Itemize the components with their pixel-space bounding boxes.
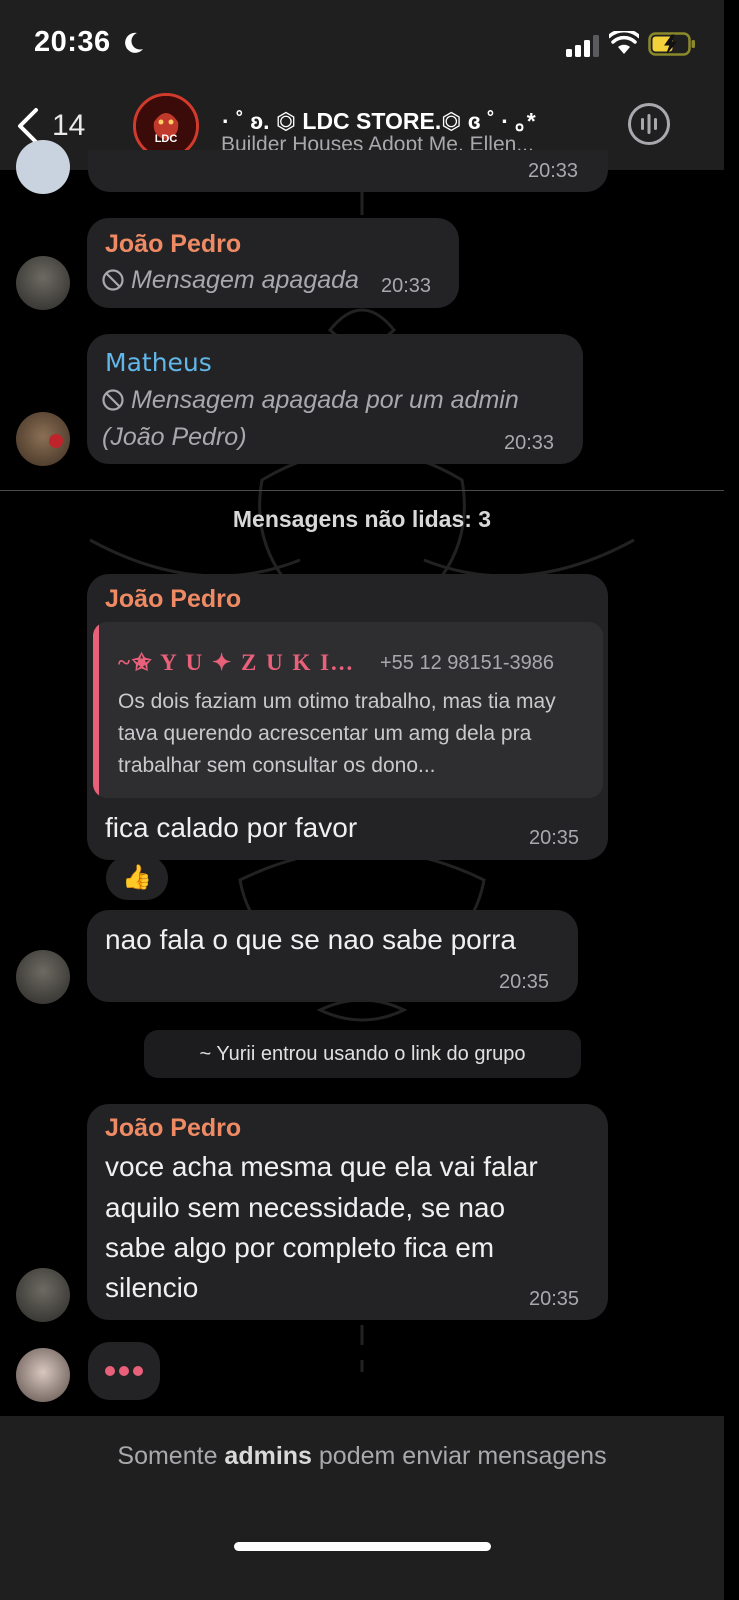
deleted-icon (102, 389, 124, 411)
quote-accent-bar (93, 622, 99, 798)
sender-name: João Pedro (105, 1114, 242, 1142)
unread-divider (0, 490, 724, 491)
home-indicator[interactable] (234, 1542, 491, 1551)
typing-dot (105, 1366, 115, 1376)
voice-chat-button[interactable] (628, 103, 670, 145)
message-text-line3: sabe algo por completo fica em (105, 1232, 495, 1263)
message-text-line1: voce acha mesma que ela vai falar (105, 1151, 538, 1182)
avatar-typing-user[interactable] (16, 1348, 70, 1402)
quote-text: Os dois faziam um otimo trabalho, mas ti… (118, 690, 556, 777)
message-text: nao fala o que se nao sabe porra (105, 924, 516, 955)
battery-charging-icon (648, 32, 695, 56)
avatar-joao-pedro[interactable] (16, 256, 70, 310)
unread-count: 14 (52, 109, 86, 142)
deleted-message-text-line2: (João Pedro) (102, 423, 247, 451)
group-avatar-image (136, 96, 196, 156)
message-time: 20:33 (528, 160, 579, 182)
deleted-message-text: Mensagem apagada por um admin (131, 386, 519, 414)
status-time: 20:36 (34, 26, 111, 58)
avatar-joao-pedro[interactable] (16, 1268, 70, 1322)
avatar-matheus[interactable] (16, 412, 70, 466)
reaction-thumbs-up[interactable]: 👍 (106, 856, 168, 900)
message-bubble[interactable]: João Pedro Mensagem apagada 20:33 (87, 218, 459, 308)
status-bar: 20:36 (0, 0, 724, 90)
unread-messages-label: Mensagens não lidas: 3 (232, 506, 492, 532)
message-text-line4: silencio (105, 1272, 199, 1303)
typing-dot (119, 1366, 129, 1376)
deleted-icon (102, 269, 124, 291)
input-footer: Somente admins podem enviar mensagens (0, 1416, 724, 1600)
message-time: 20:35 (499, 971, 550, 993)
sender-name: Matheus (105, 348, 212, 377)
message-bubble[interactable]: Matheus Mensagem apagada por um admin (J… (87, 334, 583, 464)
quote-sender-phone: +55 12 98151-3986 (380, 652, 555, 674)
message-bubble-partial[interactable]: 20:33 (88, 150, 608, 192)
group-avatar-label: LDC (154, 133, 178, 145)
message-time: 20:33 (381, 275, 432, 297)
message-text: fica calado por favor (105, 812, 358, 843)
cellular-signal-icon (566, 35, 599, 57)
avatar-partial[interactable] (16, 140, 70, 194)
message-text-line2: aquilo sem necessidade, se nao (105, 1192, 506, 1223)
message-time: 20:33 (504, 432, 555, 454)
wifi-icon (609, 31, 639, 54)
sender-name: João Pedro (105, 230, 242, 258)
voice-waveform-icon (641, 114, 657, 134)
deleted-message-text: Mensagem apagada (131, 266, 359, 294)
admins-only-notice: Somente admins podem enviar mensagens (117, 1442, 607, 1470)
moon-icon (125, 32, 143, 53)
sender-name: João Pedro (105, 585, 242, 613)
quote-sender-name: ~✬ Y U ✦ Z U K I... (118, 650, 355, 675)
typing-dot (133, 1366, 143, 1376)
quoted-message[interactable]: ~✬ Y U ✦ Z U K I... +55 12 98151-3986 Os… (93, 622, 603, 798)
typing-indicator (88, 1342, 160, 1400)
system-message: ~ Yurii entrou usando o link do grupo (144, 1030, 581, 1078)
message-bubble[interactable]: nao fala o que se nao sabe porra 20:35 (87, 910, 578, 1002)
avatar-joao-pedro[interactable] (16, 950, 70, 1004)
message-time: 20:35 (529, 827, 580, 849)
message-bubble[interactable]: João Pedro voce acha mesma que ela vai f… (87, 1104, 608, 1320)
message-time: 20:35 (529, 1288, 580, 1310)
group-title[interactable]: · ˚ ʚ. ⏣ LDC STORE.⏣ ɞ ˚ · ｡* (222, 102, 536, 136)
